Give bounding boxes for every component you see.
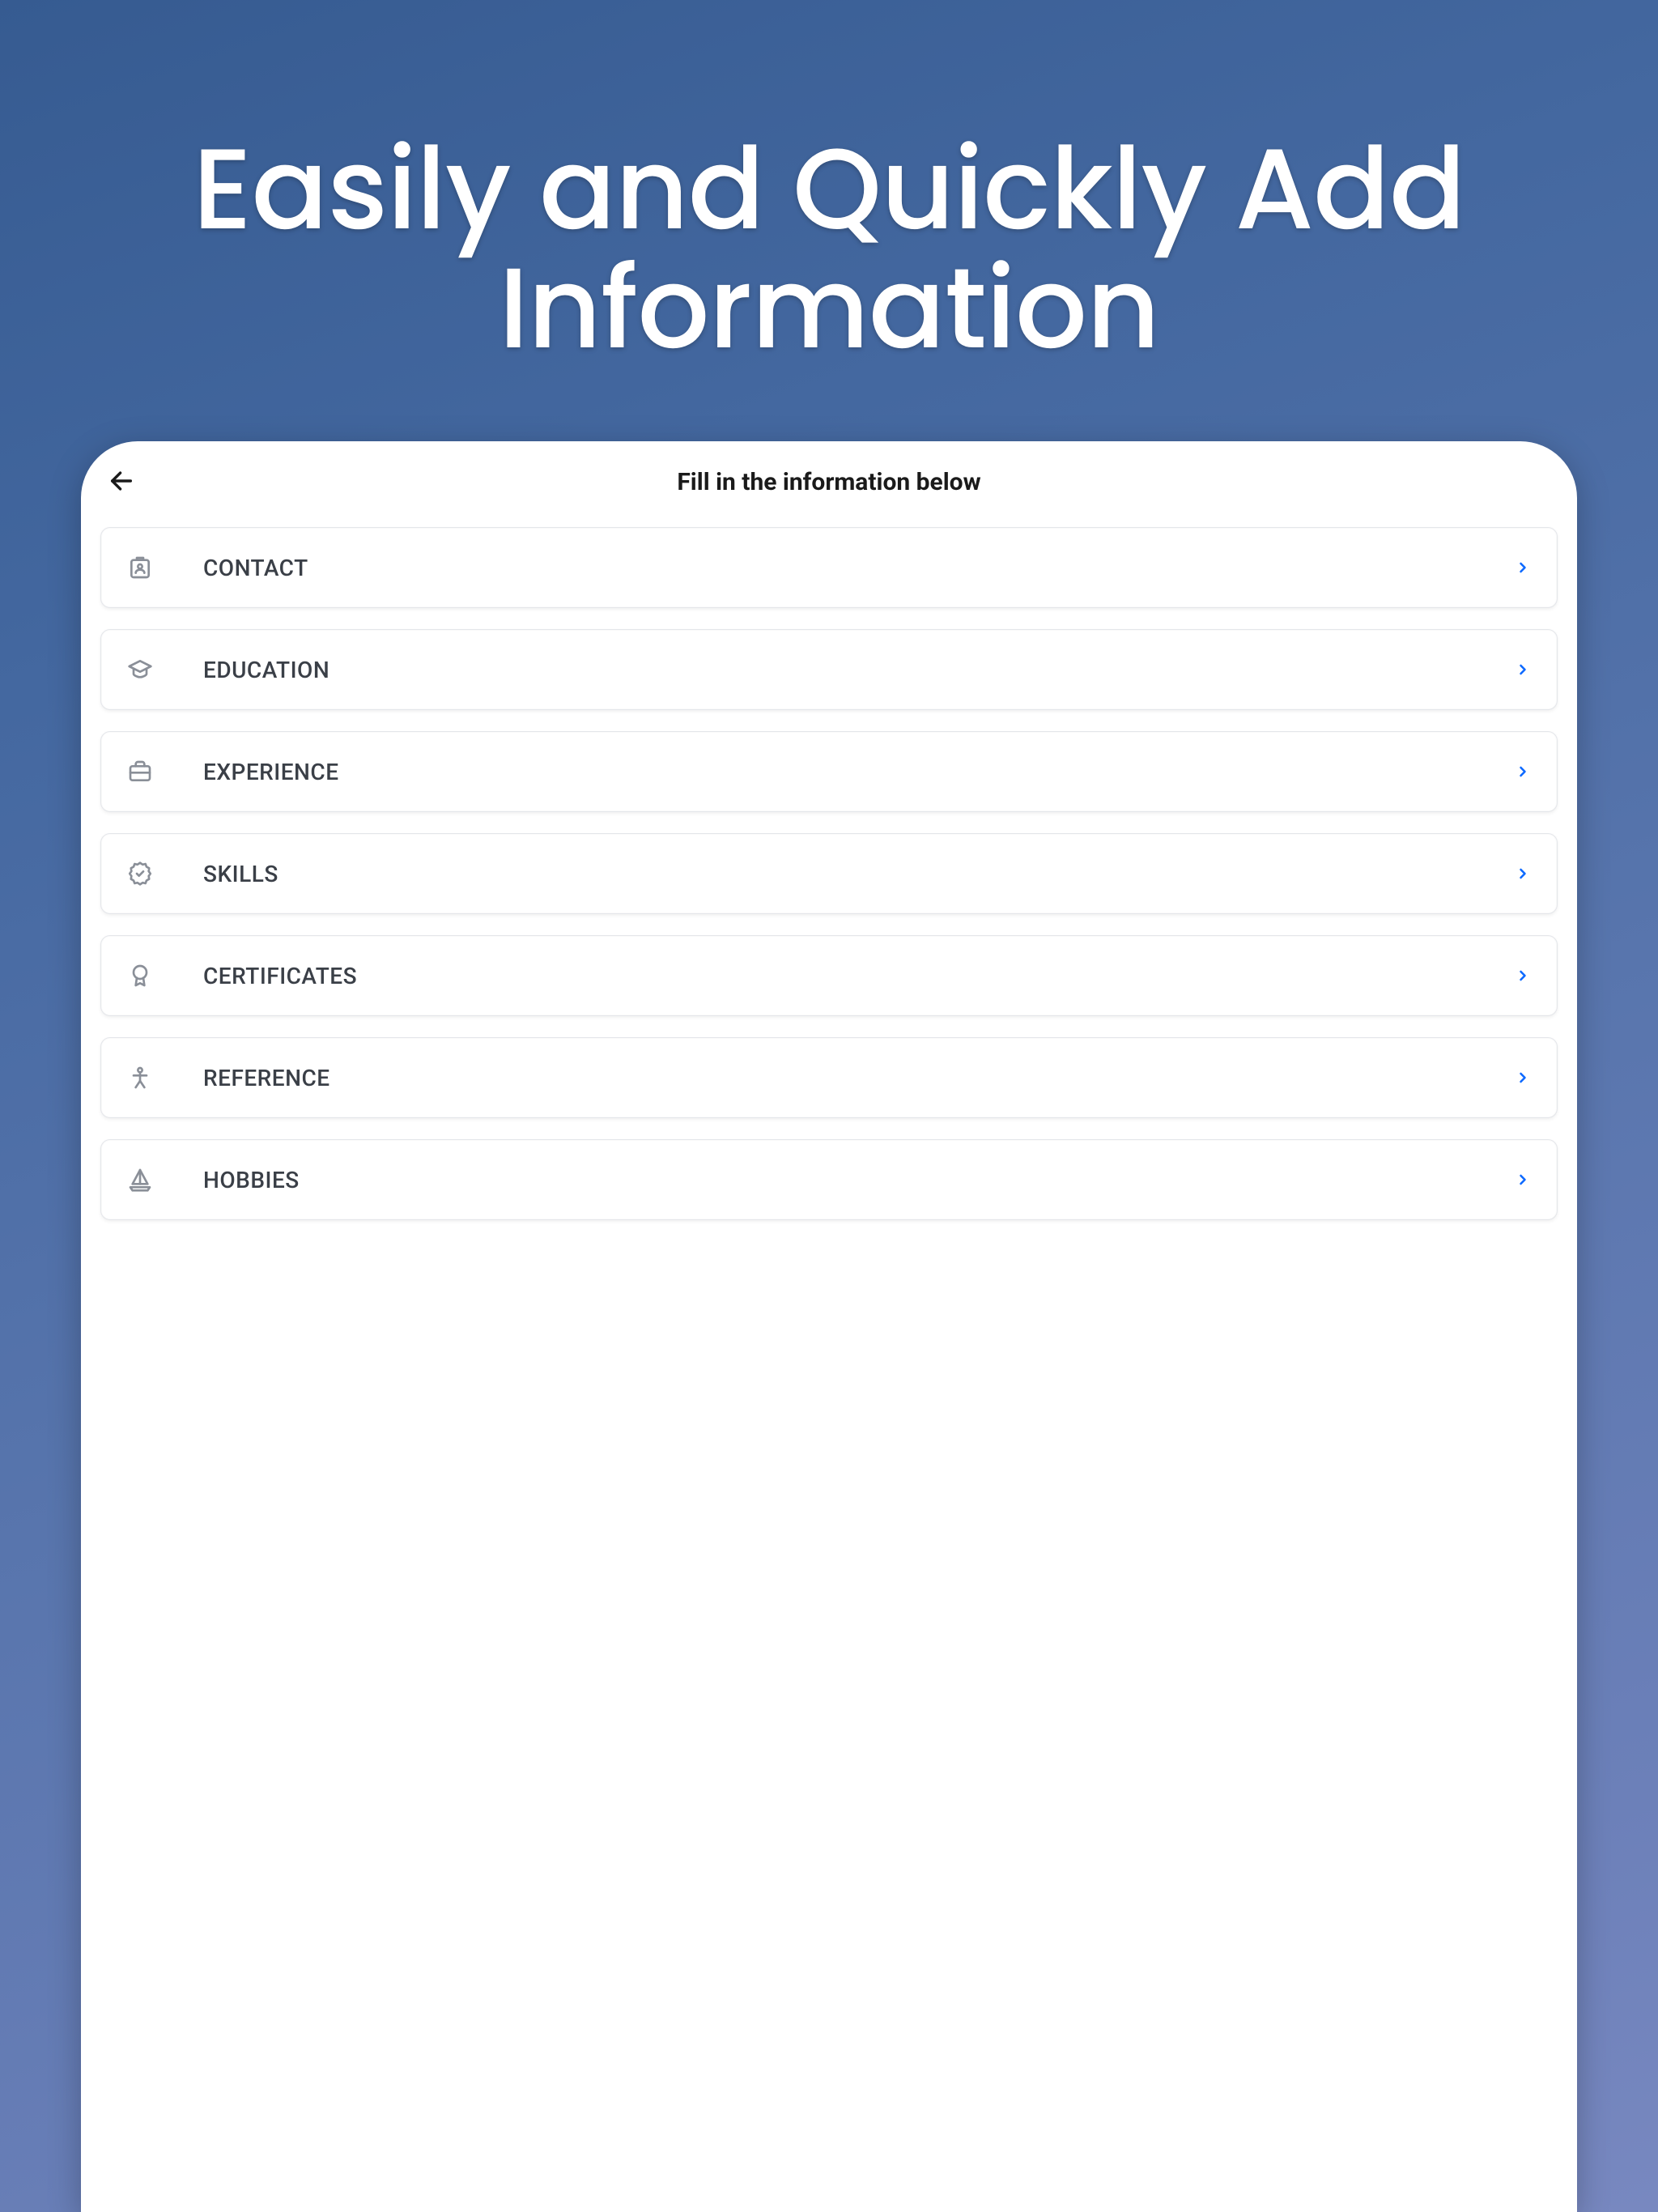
chevron-right-icon — [1513, 1170, 1533, 1189]
section-label: CONTACT — [203, 555, 1513, 581]
section-label: HOBBIES — [203, 1167, 1513, 1193]
section-label: EDUCATION — [203, 657, 1513, 683]
badge-check-icon — [125, 859, 155, 888]
sailboat-icon — [125, 1165, 155, 1194]
person-icon — [125, 1063, 155, 1092]
award-icon — [125, 961, 155, 990]
chevron-right-icon — [1513, 762, 1533, 781]
section-list: CONTACT EDUCATION — [81, 527, 1577, 1220]
app-header: Fill in the information below — [81, 441, 1577, 522]
section-label: CERTIFICATES — [203, 963, 1513, 989]
app-frame: Fill in the information below CONTACT — [81, 441, 1577, 2212]
back-button[interactable] — [102, 462, 141, 501]
section-row-skills[interactable]: SKILLS — [100, 833, 1558, 914]
section-row-certificates[interactable]: CERTIFICATES — [100, 935, 1558, 1016]
section-row-education[interactable]: EDUCATION — [100, 629, 1558, 710]
section-label: EXPERIENCE — [203, 759, 1513, 785]
section-row-hobbies[interactable]: HOBBIES — [100, 1139, 1558, 1220]
chevron-right-icon — [1513, 966, 1533, 985]
chevron-right-icon — [1513, 660, 1533, 679]
section-label: REFERENCE — [203, 1065, 1513, 1091]
section-label: SKILLS — [203, 861, 1513, 887]
chevron-right-icon — [1513, 1068, 1533, 1087]
section-row-experience[interactable]: EXPERIENCE — [100, 731, 1558, 812]
arrow-left-icon — [108, 467, 135, 497]
hero-title: Easily and Quickly Add Information — [0, 130, 1658, 368]
section-row-reference[interactable]: REFERENCE — [100, 1037, 1558, 1118]
marketing-page: Easily and Quickly Add Information Fill … — [0, 0, 1658, 2212]
section-row-contact[interactable]: CONTACT — [100, 527, 1558, 608]
graduation-cap-icon — [125, 655, 155, 684]
chevron-right-icon — [1513, 558, 1533, 577]
chevron-right-icon — [1513, 864, 1533, 883]
briefcase-icon — [125, 757, 155, 786]
contact-card-icon — [125, 553, 155, 582]
page-title: Fill in the information below — [677, 468, 980, 496]
